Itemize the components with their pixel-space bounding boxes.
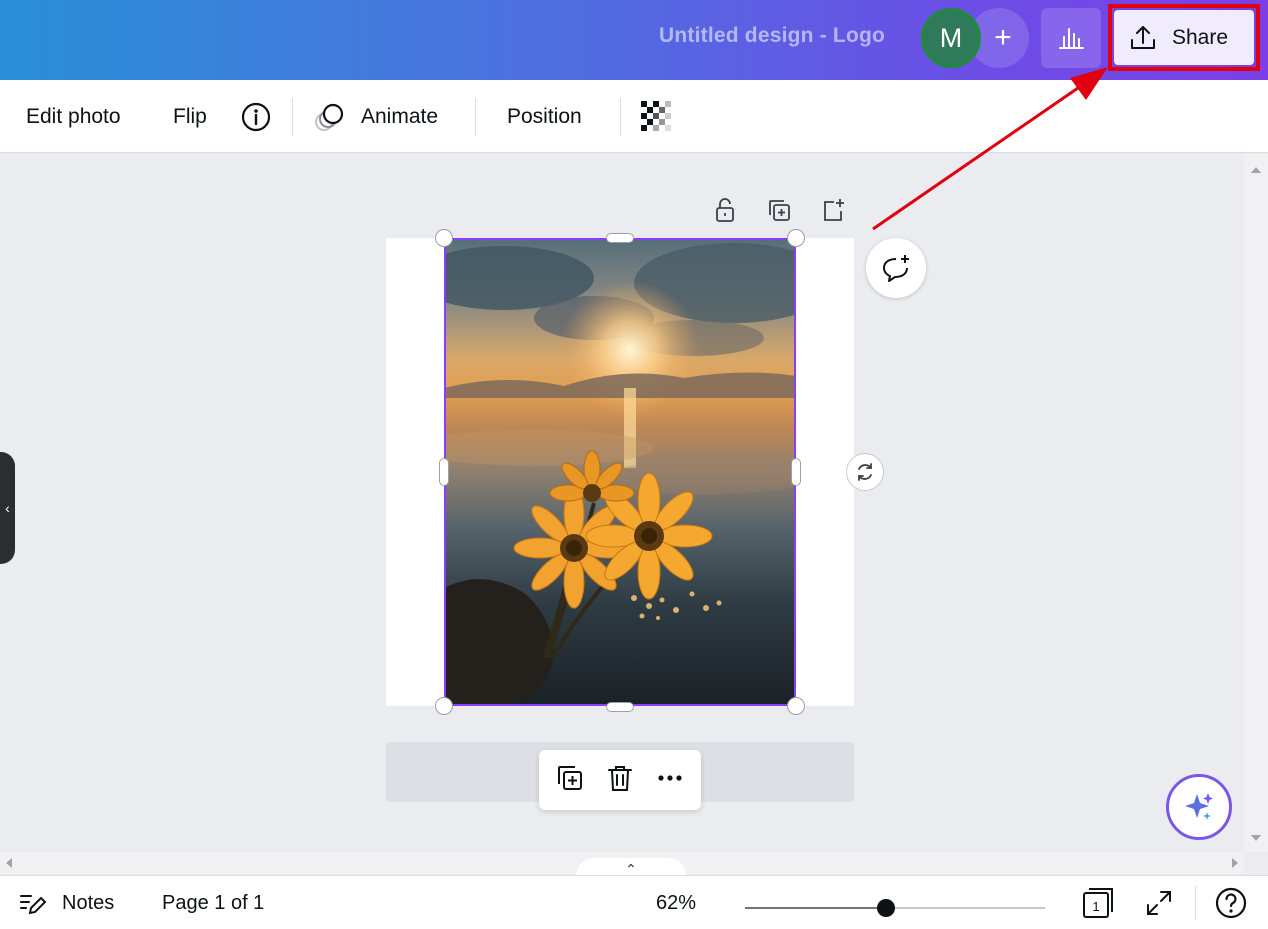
expand-icon	[1147, 891, 1171, 915]
top-header: Untitled design - Logo + M Share	[0, 0, 1268, 80]
add-page-top-button[interactable]	[818, 195, 848, 225]
lock-button[interactable]	[710, 195, 740, 225]
transparency-checker-icon	[641, 100, 671, 131]
plus-icon: +	[994, 21, 1012, 54]
scroll-down-icon	[1251, 835, 1261, 841]
unlock-icon	[716, 198, 734, 222]
flip-button[interactable]: Flip	[173, 80, 207, 153]
sunset-flowers-image	[444, 243, 796, 706]
share-button[interactable]: Share	[1114, 10, 1254, 65]
info-icon	[241, 102, 271, 131]
animate-button[interactable]: Animate	[313, 80, 438, 153]
info-button[interactable]	[240, 80, 272, 153]
pages-icon: 1	[1083, 888, 1113, 918]
notes-label: Notes	[62, 891, 115, 914]
resize-handle-top-left[interactable]	[435, 229, 453, 247]
trash-icon	[608, 765, 632, 791]
fullscreen-button[interactable]	[1144, 876, 1174, 929]
resize-handle-bottom-left[interactable]	[435, 697, 453, 715]
add-page-icon	[824, 199, 844, 221]
notes-button[interactable]: Notes	[18, 876, 114, 929]
zoom-slider-fill	[745, 907, 886, 909]
side-panel-collapse-button[interactable]: ‹	[0, 452, 15, 564]
share-label: Share	[1172, 25, 1229, 49]
duplicate-element-button[interactable]	[764, 195, 794, 225]
resize-handle-right[interactable]	[791, 458, 801, 486]
vertical-scrollbar[interactable]	[1244, 154, 1268, 852]
duplicate-page-button[interactable]	[554, 762, 586, 799]
resize-handle-bottom[interactable]	[606, 702, 634, 712]
chevron-left-icon: ‹	[5, 500, 10, 516]
help-button[interactable]	[1214, 876, 1248, 929]
zoom-level[interactable]: 62%	[656, 876, 696, 929]
zoom-slider-thumb[interactable]	[877, 899, 895, 917]
animate-label: Animate	[361, 104, 439, 128]
resize-handle-left[interactable]	[439, 458, 449, 486]
delete-page-button[interactable]	[604, 762, 636, 799]
scroll-up-icon	[1251, 167, 1261, 173]
resize-handle-top-right[interactable]	[787, 229, 805, 247]
page-count-badge: 1	[1092, 899, 1099, 914]
insights-button[interactable]	[1041, 8, 1101, 68]
more-options-button[interactable]	[654, 762, 686, 799]
toolbar-divider	[620, 98, 621, 136]
add-comment-button[interactable]	[866, 238, 926, 298]
zoom-slider[interactable]	[745, 899, 1045, 917]
context-toolbar: Edit photo Flip Animate Position	[0, 80, 1268, 153]
status-bar: Notes Page 1 of 1 62% 1	[0, 875, 1268, 929]
animate-icon	[315, 103, 344, 131]
page-actions-popover	[539, 750, 701, 810]
document-title[interactable]: Untitled design - Logo	[659, 24, 885, 48]
edit-photo-button[interactable]: Edit photo	[26, 80, 121, 153]
upload-icon	[1131, 25, 1155, 49]
avatar-initial: M	[939, 22, 963, 53]
position-button[interactable]: Position	[507, 80, 582, 153]
comment-plus-icon	[883, 255, 909, 282]
notes-icon	[20, 895, 47, 915]
sparkle-icon	[1185, 793, 1213, 820]
page-grid-button[interactable]: 1	[1080, 876, 1116, 929]
duplicate-icon	[769, 200, 790, 221]
bar-chart-icon	[1059, 28, 1084, 49]
footer-divider	[1195, 886, 1196, 920]
resize-handle-top[interactable]	[606, 233, 634, 243]
selected-photo[interactable]	[444, 238, 796, 706]
resize-handle-bottom-right[interactable]	[787, 697, 805, 715]
magic-assistant-button[interactable]	[1166, 774, 1232, 840]
toolbar-divider	[292, 98, 293, 136]
transparency-button[interactable]	[641, 80, 673, 153]
scroll-left-icon	[6, 858, 12, 868]
toolbar-divider	[475, 98, 476, 136]
user-avatar[interactable]: M	[921, 8, 981, 68]
page-indicator[interactable]: Page 1 of 1	[162, 876, 264, 929]
duplicate-page-icon	[558, 765, 582, 790]
rotate-icon	[858, 463, 872, 481]
ellipsis-icon	[658, 774, 682, 781]
help-icon	[1215, 887, 1247, 919]
scroll-right-icon	[1232, 858, 1238, 868]
rotate-button[interactable]	[846, 453, 884, 491]
